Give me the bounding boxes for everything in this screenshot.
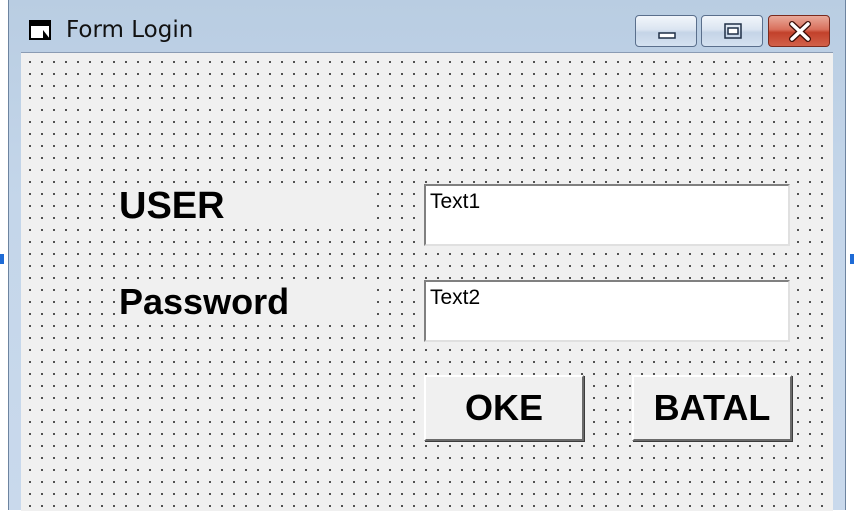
- password-textbox[interactable]: Text2: [424, 280, 790, 342]
- user-label: USER: [115, 183, 373, 229]
- minimize-icon: [658, 32, 676, 39]
- close-icon: [789, 21, 811, 42]
- form-window: Form Login USER Password Text1 Text2 OKE…: [8, 0, 846, 511]
- selection-handle-left[interactable]: [0, 254, 4, 264]
- close-button[interactable]: [768, 15, 830, 47]
- form-icon[interactable]: [29, 20, 51, 40]
- window-title: Form Login: [66, 17, 194, 43]
- password-label: Password: [115, 279, 373, 325]
- user-textbox[interactable]: Text1: [424, 184, 790, 246]
- selection-handle-right[interactable]: [850, 254, 854, 264]
- maximize-button[interactable]: [701, 15, 763, 47]
- batal-button[interactable]: BATAL: [632, 375, 792, 441]
- form-client-area: USER Password Text1 Text2 OKE BATAL: [21, 52, 833, 511]
- title-bar[interactable]: Form Login: [9, 0, 845, 52]
- minimize-button[interactable]: [635, 15, 697, 47]
- oke-button[interactable]: OKE: [424, 375, 584, 441]
- maximize-icon: [724, 23, 742, 39]
